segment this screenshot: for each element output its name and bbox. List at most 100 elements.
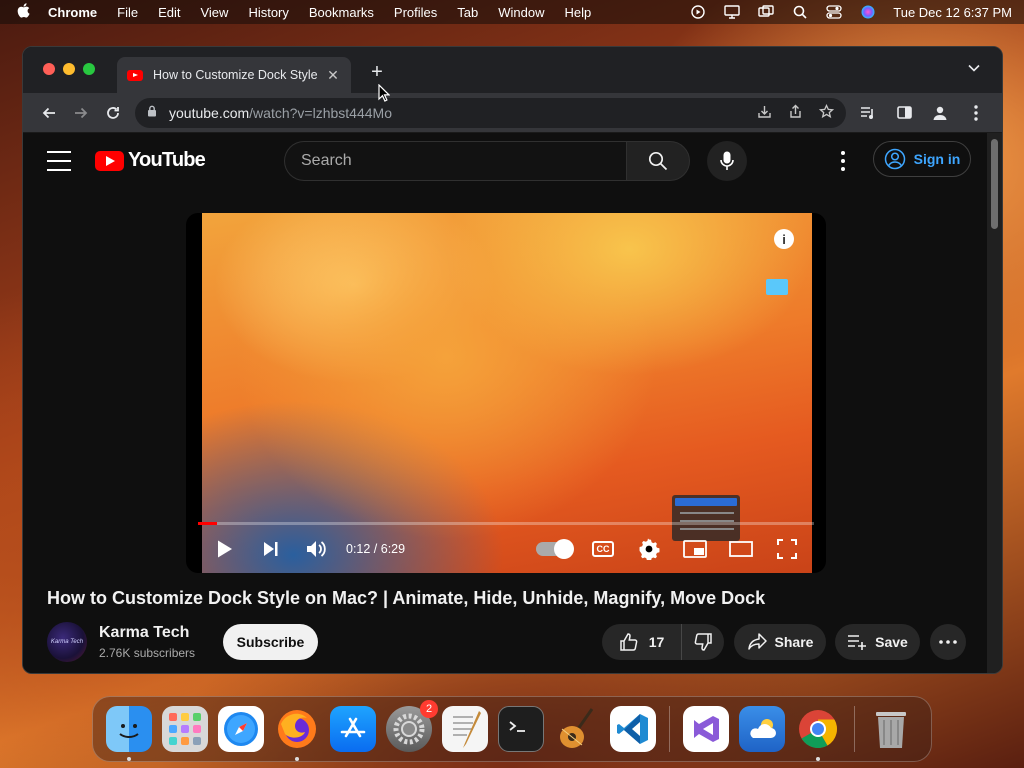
save-button[interactable]: Save [835,624,920,660]
guide-menu-icon[interactable] [47,151,71,171]
menu-window[interactable]: Window [498,5,544,20]
scrollbar-thumb[interactable] [991,139,998,229]
system-preferences-icon[interactable]: 2 [386,700,438,752]
play-button[interactable] [202,531,248,567]
miniplayer-button[interactable] [672,531,718,567]
more-horizontal-icon [939,640,957,644]
launchpad-icon[interactable] [162,706,208,752]
reload-button[interactable] [97,97,129,129]
tab-search-chevron-icon[interactable] [968,61,980,75]
side-panel-icon[interactable] [888,97,920,129]
chrome-icon[interactable] [795,706,841,761]
close-window-button[interactable] [43,63,55,75]
menu-view[interactable]: View [200,5,228,20]
like-button[interactable]: 17 [602,624,682,660]
menu-help[interactable]: Help [565,5,592,20]
spotlight-search-icon[interactable] [791,5,809,19]
safari-icon[interactable] [218,706,264,752]
menu-tab[interactable]: Tab [457,5,478,20]
menu-app-name[interactable]: Chrome [48,5,97,20]
lock-icon[interactable] [147,105,159,120]
apple-menu-icon[interactable] [12,3,34,21]
like-count: 17 [648,634,665,650]
autoplay-toggle[interactable] [536,539,574,559]
video-info-icon[interactable]: i [774,229,794,249]
menu-bookmarks[interactable]: Bookmarks [309,5,374,20]
browser-tab[interactable]: How to Customize Dock Style ✕ [117,57,351,93]
visual-studio-icon[interactable] [683,706,729,752]
sign-in-button[interactable]: Sign in [873,141,971,177]
chrome-menu-icon[interactable] [960,97,992,129]
thumbs-down-icon [694,633,712,651]
mouse-cursor-icon [378,84,390,102]
garageband-icon[interactable] [554,706,600,752]
profile-icon[interactable] [924,97,956,129]
channel-name[interactable]: Karma Tech [99,624,189,642]
settings-kebab-icon[interactable] [833,151,853,171]
vscode-icon[interactable] [610,706,656,752]
notification-badge: 2 [420,700,438,718]
running-indicator [295,757,299,761]
zoom-window-button[interactable] [83,63,95,75]
terminal-icon[interactable] [498,706,544,752]
dock-separator [854,706,855,752]
control-center-icon[interactable] [825,5,843,19]
voice-search-button[interactable] [707,141,747,181]
channel-avatar[interactable]: Karma Tech [47,622,87,662]
menu-file[interactable]: File [117,5,138,20]
tab-strip: How to Customize Dock Style ✕ + [23,47,1002,93]
menu-history[interactable]: History [248,5,288,20]
tab-close-icon[interactable]: ✕ [325,67,341,84]
subscribe-button[interactable]: Subscribe [223,624,318,660]
share-label: Share [774,634,814,650]
bookmark-star-icon[interactable] [818,103,835,122]
back-button[interactable] [33,97,65,129]
screen-mirroring-icon[interactable] [757,5,775,19]
tab-title: How to Customize Dock Style [153,68,318,82]
menu-profiles[interactable]: Profiles [394,5,437,20]
captions-icon: CC [592,541,614,557]
window-controls [43,63,95,75]
menu-edit[interactable]: Edit [158,5,180,20]
next-button[interactable] [248,531,294,567]
captions-button[interactable]: CC [580,531,626,567]
search-input[interactable]: Search [284,141,626,181]
youtube-logo[interactable]: YouTube [95,149,206,172]
minimize-window-button[interactable] [63,63,75,75]
address-bar[interactable]: youtube.com/watch?v=lzhbst444Mo [135,97,846,128]
share-page-icon[interactable] [788,104,803,122]
youtube-page: YouTube Search Sign in i 0:12 / 6:29 CC … [23,133,989,673]
play-icon [218,540,232,558]
menubar-clock[interactable]: Tue Dec 12 6:37 PM [893,5,1012,20]
display-icon[interactable] [723,5,741,19]
volume-button[interactable] [294,531,340,567]
theater-mode-button[interactable] [718,531,764,567]
settings-button[interactable] [626,531,672,567]
trash-icon[interactable] [868,706,914,752]
video-folder-icon [766,279,788,295]
player-controls: 0:12 / 6:29 CC [202,531,810,567]
siri-icon[interactable] [859,5,877,19]
more-actions-button[interactable] [930,624,966,660]
like-dislike-group: 17 [602,624,724,660]
weather-icon[interactable] [739,706,785,752]
firefox-icon[interactable] [274,706,320,761]
textedit-icon[interactable] [442,706,488,752]
fullscreen-button[interactable] [764,531,810,567]
progress-bar[interactable] [198,522,814,525]
new-tab-button[interactable]: + [367,61,387,84]
video-player[interactable]: i 0:12 / 6:29 CC [186,213,826,573]
share-button[interactable]: Share [734,624,826,660]
dislike-button[interactable] [682,632,724,652]
page-scrollbar[interactable] [987,133,1002,673]
video-frame[interactable]: i [202,213,812,573]
playlist-add-icon [848,635,867,650]
forward-button[interactable] [65,97,97,129]
browser-toolbar: youtube.com/watch?v=lzhbst444Mo [23,93,1002,133]
install-app-icon[interactable] [757,104,772,122]
finder-icon[interactable] [106,706,152,761]
media-play-icon[interactable] [689,5,707,19]
media-controls-icon[interactable] [852,97,884,129]
search-button[interactable] [626,141,690,181]
app-store-icon[interactable] [330,706,376,752]
